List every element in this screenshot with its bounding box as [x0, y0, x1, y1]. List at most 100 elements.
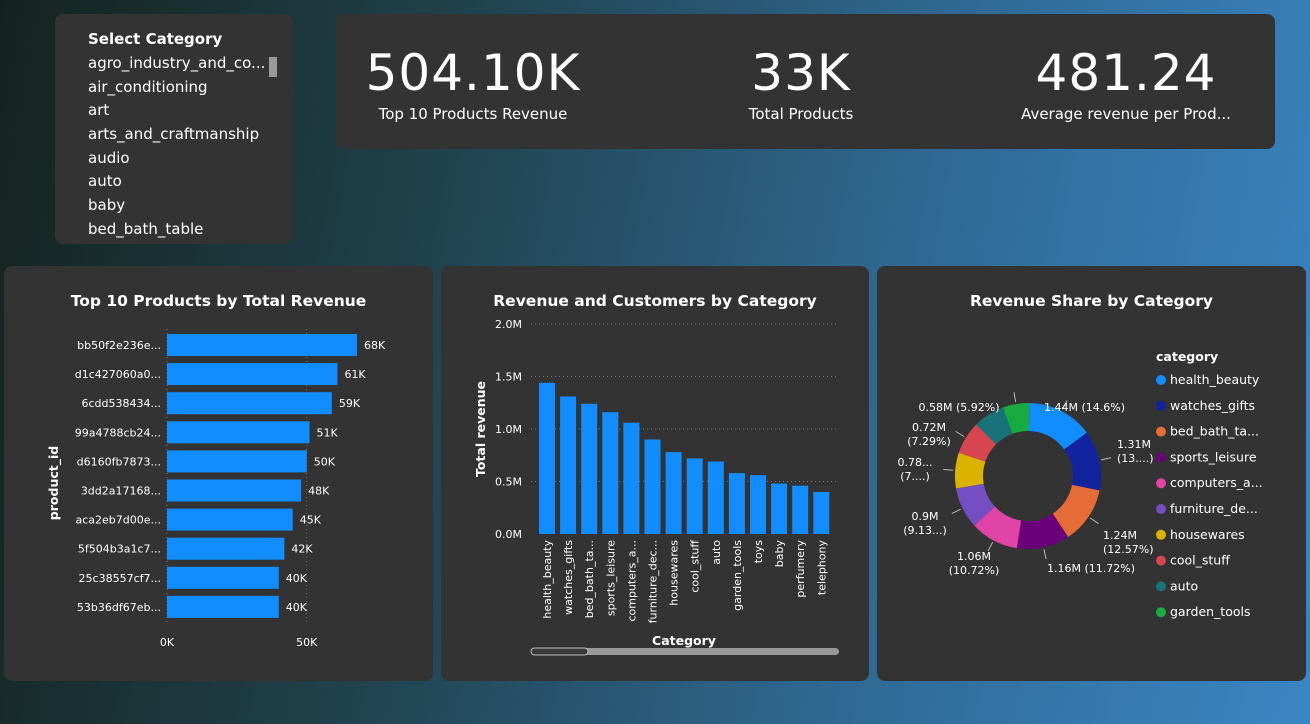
legend-label: garden_tools	[1170, 604, 1251, 619]
slicer-item[interactable]: art	[88, 99, 268, 123]
data-label: 1.06M	[957, 550, 991, 563]
leader-line	[955, 430, 965, 438]
slicer-item[interactable]: air_conditioning	[88, 76, 268, 100]
data-label: 42K	[291, 543, 313, 556]
kpi-label: Average revenue per Prod...	[1021, 105, 1231, 123]
leader-line	[951, 508, 961, 515]
category-revenue-svg: 0.0M 0.5M 1.0M 1.5M 2.0M health_beauty watches…	[473, 318, 839, 656]
legend-label: auto	[1170, 578, 1198, 593]
y-tick-label: 1.0M	[495, 423, 522, 436]
slicer-item[interactable]: audio	[88, 147, 268, 171]
y-axis-title: product_id	[46, 446, 62, 520]
data-label: 61K	[344, 368, 366, 381]
x-tick-label: cool_stuff	[689, 540, 702, 593]
legend-marker	[1156, 452, 1166, 463]
legend-label: health_beauty	[1170, 372, 1260, 387]
bar	[665, 452, 682, 534]
slicer-item[interactable]: bed_bath_table	[88, 218, 268, 242]
data-label: 1.24M	[1103, 529, 1137, 542]
legend-marker	[1156, 607, 1166, 618]
data-label: 48K	[308, 485, 330, 498]
data-label: (10.72%)	[949, 564, 1000, 577]
data-label: 0.58M (5.92%)	[918, 401, 999, 414]
category-slicer: Select Category agro_industry_and_co... …	[55, 14, 293, 244]
legend-title: category	[1156, 349, 1218, 364]
slicer-item[interactable]: baby	[88, 194, 268, 218]
y-tick-label: d6160fb7873...	[77, 455, 161, 468]
data-label: (13....)	[1117, 452, 1154, 465]
kpi-value: 504.10K	[365, 44, 581, 102]
bar	[602, 412, 619, 534]
bar	[750, 475, 766, 534]
chart-title: Revenue and Customers by Category	[493, 292, 817, 310]
legend-marker	[1156, 426, 1166, 437]
x-tick-label: telephony	[815, 540, 828, 596]
bar	[167, 479, 302, 502]
x-tick-label: furniture_dec...	[647, 540, 660, 623]
data-label: (7....)	[900, 470, 930, 483]
chart-title: Revenue Share by Category	[969, 292, 1214, 310]
data-label: 1.31M	[1117, 438, 1151, 451]
leader-line	[1101, 457, 1112, 461]
legend-marker	[1156, 400, 1166, 411]
x-tick-label: bed_bath_ta...	[583, 540, 596, 618]
legend-label: furniture_de...	[1170, 501, 1258, 516]
data-label: 40K	[286, 601, 308, 614]
slicer-item[interactable]: agro_industry_and_co...	[88, 52, 268, 76]
legend-marker	[1156, 504, 1166, 514]
y-tick-label: 6cdd538434...	[82, 397, 162, 410]
bar	[686, 458, 703, 534]
legend-marker	[1156, 529, 1166, 540]
bar	[707, 461, 724, 534]
kpi-label: Top 10 Products Revenue	[378, 105, 568, 123]
legend-label: sports_leisure	[1170, 449, 1257, 464]
y-axis-title: Total revenue	[473, 381, 488, 477]
y-tick-label: d1c427060a0...	[75, 368, 161, 381]
revenue-share-svg: 1.44M (14.6%) 1.31M(13....) 1.24M(12.57%) 1…	[898, 349, 1263, 619]
bar	[167, 421, 310, 444]
y-tick-label: 1.5M	[495, 371, 522, 384]
data-label: 50K	[314, 455, 336, 468]
legend-label: bed_bath_ta...	[1170, 424, 1259, 439]
kpi-total-products: 33K Total Products	[671, 42, 931, 123]
bar	[728, 473, 745, 534]
y-tick-label: 5f504b3a1c7...	[78, 543, 161, 556]
legend-label: cool_stuff	[1170, 553, 1230, 568]
slicer-scrollbar[interactable]	[269, 57, 277, 77]
data-label: (12.57%)	[1103, 543, 1154, 556]
slicer-title: Select Category	[88, 30, 223, 48]
legend-label: watches_gifts	[1170, 398, 1255, 413]
category-revenue-chart: Revenue and Customers by Category 0.0M 0.…	[441, 266, 869, 681]
slicer-item[interactable]: arts_and_craftmanship	[88, 123, 268, 147]
bar	[167, 392, 332, 415]
x-tick-label: health_beauty	[541, 540, 554, 619]
y-tick-label: 99a4788cb24...	[75, 426, 161, 439]
top-products-svg: 0K 50K bb50f2e236e... 68K d1c427060a0... 61K 6…	[46, 329, 386, 649]
slicer-item[interactable]: auto	[88, 170, 268, 194]
kpi-avg-revenue: 481.24 Average revenue per Prod...	[996, 42, 1256, 123]
bar	[539, 382, 555, 534]
chart-scrollbar-thumb[interactable]	[530, 647, 589, 656]
bar	[644, 439, 661, 534]
bar	[581, 403, 598, 534]
x-tick-label: garden_tools	[731, 540, 744, 611]
x-tick-label: auto	[710, 540, 723, 565]
top-products-chart: Top 10 Products by Total Revenue 0K 50K bb…	[4, 266, 433, 681]
bar	[560, 396, 577, 534]
y-tick-label: 25c38557cf7...	[79, 572, 161, 585]
legend-label: computers_a...	[1170, 475, 1263, 490]
x-tick-label: toys	[752, 540, 765, 564]
bar	[167, 508, 293, 531]
bar	[792, 485, 809, 534]
legend-marker	[1156, 555, 1166, 566]
legend-marker	[1156, 581, 1166, 592]
legend-marker	[1156, 375, 1166, 385]
y-tick-label: 0.0M	[495, 528, 522, 541]
kpi-card: 504.10K Top 10 Products Revenue 33K Tota…	[336, 14, 1275, 149]
data-label: (9.13...)	[903, 524, 947, 537]
legend-label: housewares	[1170, 527, 1245, 542]
data-label: 0.72M	[912, 421, 946, 434]
bar	[167, 537, 285, 560]
x-tick-label: sports_leisure	[604, 540, 617, 616]
bar	[167, 450, 307, 473]
